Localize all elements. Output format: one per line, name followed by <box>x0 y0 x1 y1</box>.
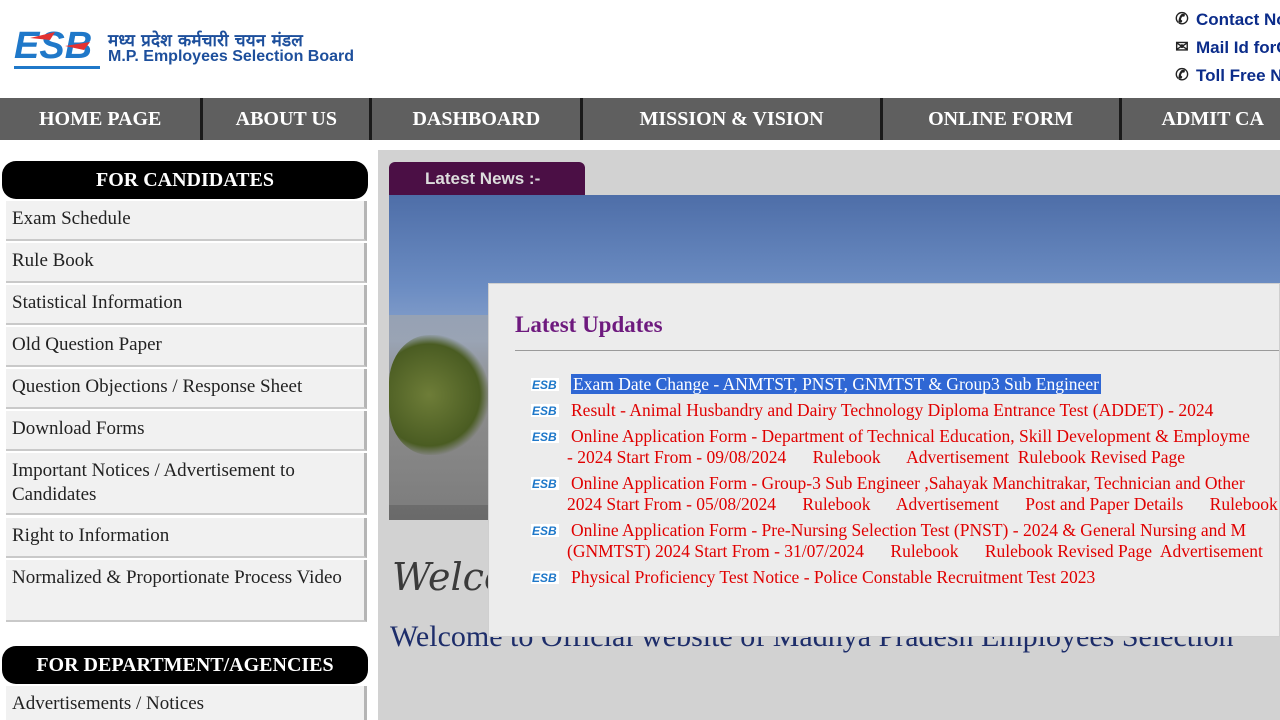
list-item: ESB Exam Date Change - ANMTST, PNST, GNM… <box>531 374 1279 395</box>
list-item: ESB Result - Animal Husbandry and Dairy … <box>531 400 1279 421</box>
update-date: 2024 Start From - 05/08/2024 <box>567 494 777 514</box>
update-date: (GNMTST) 2024 Start From - 31/07/2024 <box>567 541 865 561</box>
mail-id-label[interactable]: Mail Id forC <box>1196 34 1280 62</box>
mail-icon: ✉ <box>1175 39 1189 56</box>
post-paper-details-link[interactable]: Post and Paper Details <box>1025 494 1183 514</box>
sidebar-item-statistical-info[interactable]: Statistical Information <box>6 285 367 325</box>
update-date: - 2024 Start From - 09/08/2024 <box>567 447 787 467</box>
svg-text:ESB: ESB <box>532 524 557 537</box>
update-link[interactable]: Online Application Form - Department of … <box>571 426 1250 446</box>
svg-text:ESB: ESB <box>532 571 557 584</box>
svg-text:ESB: ESB <box>532 430 557 443</box>
list-item: ESB Online Application Form - Pre-Nursin… <box>531 520 1279 562</box>
sidebar-item-old-question-paper[interactable]: Old Question Paper <box>6 327 367 367</box>
nav-admit-card[interactable]: ADMIT CA <box>1122 98 1280 140</box>
org-name-english: M.P. Employees Selection Board <box>108 48 355 65</box>
rulebook-link[interactable]: Rulebook <box>1210 494 1278 514</box>
updates-list: ESB Exam Date Change - ANMTST, PNST, GNM… <box>531 374 1279 593</box>
sidebar-item-advertisements[interactable]: Advertisements / Notices <box>6 686 367 720</box>
esb-bullet-icon: ESB <box>531 404 559 417</box>
department-heading: FOR DEPARTMENT/AGENCIES <box>2 646 368 684</box>
contact-row: ✆ Toll Free No <box>1172 62 1280 90</box>
sidebar-item-download-forms[interactable]: Download Forms <box>6 411 367 451</box>
candidates-heading: FOR CANDIDATES <box>2 161 368 199</box>
svg-text:ESB: ESB <box>532 378 557 391</box>
main-nav: HOME PAGE ABOUT US DASHBOARD MISSION & V… <box>0 98 1280 140</box>
update-link[interactable]: Physical Proficiency Test Notice - Polic… <box>571 567 1095 587</box>
contact-row: ✆ Contact No. <box>1172 6 1280 34</box>
rulebook-link[interactable]: Rulebook <box>802 494 870 514</box>
nav-home[interactable]: HOME PAGE <box>0 98 204 140</box>
sidebar-item-exam-schedule[interactable]: Exam Schedule <box>6 201 367 241</box>
svg-text:ESB: ESB <box>532 477 557 490</box>
phone-icon: ✆ <box>1175 11 1189 28</box>
sidebar-item-normalized-video[interactable]: Normalized & Proportionate Process Video <box>6 560 367 622</box>
contact-number-label: Contact No. <box>1196 10 1280 29</box>
sidebar-item-rule-book[interactable]: Rule Book <box>6 243 367 283</box>
rulebook-revised-link[interactable]: Rulebook Revised Page <box>985 541 1152 561</box>
list-item: ESB Physical Proficiency Test Notice - P… <box>531 567 1279 588</box>
site-header: ESB मध्य प्रदेश कर्मचारी चयन मंडल M.P. E… <box>0 0 1280 98</box>
esb-bullet-icon: ESB <box>531 571 559 584</box>
latest-news-tab[interactable]: Latest News :- <box>389 162 585 195</box>
sidebar-item-rti[interactable]: Right to Information <box>6 518 367 558</box>
phone-icon: ✆ <box>1175 67 1189 84</box>
sidebar: FOR CANDIDATES Exam Schedule Rule Book S… <box>0 152 378 720</box>
divider <box>515 350 1279 351</box>
update-link[interactable]: Result - Animal Husbandry and Dairy Tech… <box>571 400 1213 420</box>
list-item: ESB Online Application Form - Group-3 Su… <box>531 473 1279 515</box>
nav-dashboard[interactable]: DASHBOARD <box>372 98 584 140</box>
contact-block: ✆ Contact No. ✉ Mail Id forC ✆ Toll Free… <box>1172 6 1280 90</box>
esb-bullet-icon: ESB <box>531 477 559 490</box>
esb-bullet-icon: ESB <box>531 524 559 537</box>
contact-row: ✉ Mail Id forC <box>1172 34 1280 62</box>
rulebook-link[interactable]: Rulebook <box>890 541 958 561</box>
advertisement-link[interactable]: Advertisement <box>906 447 1009 467</box>
sidebar-item-question-objections[interactable]: Question Objections / Response Sheet <box>6 369 367 409</box>
esb-bullet-icon: ESB <box>531 430 559 443</box>
latest-updates-popup: Latest Updates ESB Exam Date Change - AN… <box>488 283 1280 637</box>
esb-bullet-icon: ESB <box>531 378 559 391</box>
tree-image <box>389 335 489 455</box>
sidebar-item-important-notices[interactable]: Important Notices / Advertisement to Can… <box>6 453 367 515</box>
update-link[interactable]: Exam Date Change - ANMTST, PNST, GNMTST … <box>571 374 1101 394</box>
rulebook-link[interactable]: Rulebook <box>813 447 881 467</box>
list-item: ESB Online Application Form - Department… <box>531 426 1279 468</box>
nav-about-us[interactable]: ABOUT US <box>203 98 373 140</box>
update-link[interactable]: Online Application Form - Pre-Nursing Se… <box>571 520 1246 540</box>
nav-mission-vision[interactable]: MISSION & VISION <box>583 98 883 140</box>
esb-logo[interactable]: ESB <box>10 16 105 74</box>
advertisement-link[interactable]: Advertisement <box>896 494 999 514</box>
toll-free-label: Toll Free No <box>1196 66 1280 85</box>
popup-title: Latest Updates <box>515 312 663 337</box>
rulebook-revised-link[interactable]: Rulebook Revised Page <box>1018 447 1185 467</box>
advertisement-link[interactable]: Advertisement <box>1160 541 1263 561</box>
svg-text:ESB: ESB <box>532 404 557 417</box>
update-link[interactable]: Online Application Form - Group-3 Sub En… <box>571 473 1245 493</box>
nav-online-form[interactable]: ONLINE FORM <box>883 98 1122 140</box>
